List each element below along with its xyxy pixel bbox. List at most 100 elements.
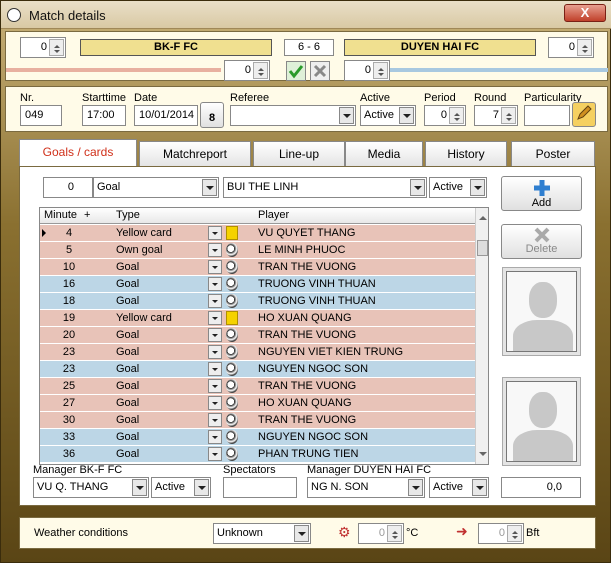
chevron-down-icon[interactable] — [294, 525, 309, 542]
chevron-down-icon[interactable] — [208, 328, 222, 342]
scroll-down-icon[interactable] — [479, 452, 487, 460]
scroll-thumb[interactable] — [477, 240, 488, 256]
confirm-check-icon[interactable] — [286, 61, 306, 81]
player-select[interactable]: BUI THE LINH — [223, 177, 427, 198]
tab-poster[interactable]: Poster — [511, 141, 595, 166]
spin-arrows-icon[interactable] — [253, 62, 268, 79]
home-spin[interactable]: 0 — [20, 37, 66, 58]
chevron-down-icon[interactable] — [208, 362, 222, 376]
spin-arrows-icon[interactable] — [449, 107, 464, 124]
table-row[interactable]: 20 Goal TRAN THE VUONG — [40, 327, 475, 344]
row-type: Goal — [116, 329, 140, 341]
rating-field[interactable]: 0,0 — [501, 477, 581, 498]
away-penalty-spin[interactable]: 0 — [344, 60, 390, 81]
col-plus[interactable]: + — [84, 209, 90, 221]
chevron-down-icon[interactable] — [132, 479, 147, 496]
spectators-field[interactable] — [223, 477, 297, 498]
period-spin[interactable]: 0 — [424, 105, 466, 126]
chevron-down-icon[interactable] — [399, 107, 414, 124]
soccer-ball-icon — [226, 294, 238, 308]
add-button[interactable]: Add — [501, 176, 582, 211]
table-row[interactable]: 4 Yellow card VU QUYET THANG — [40, 225, 475, 242]
chevron-down-icon[interactable] — [208, 277, 222, 291]
tab-matchreport[interactable]: Matchreport — [139, 141, 251, 166]
chevron-down-icon[interactable] — [470, 179, 485, 196]
chevron-down-icon[interactable] — [208, 345, 222, 359]
chevron-down-icon[interactable] — [472, 479, 487, 496]
table-row[interactable]: 19 Yellow card HO XUAN QUANG — [40, 310, 475, 327]
table-row[interactable]: 25 Goal TRAN THE VUONG — [40, 378, 475, 395]
wind-spin[interactable]: 0 — [478, 523, 524, 544]
weather-select[interactable]: Unknown — [213, 523, 311, 544]
chevron-down-icon[interactable] — [208, 430, 222, 444]
active-select[interactable]: Active — [360, 105, 416, 126]
manager-home-select[interactable]: VU Q. THANG — [33, 477, 149, 498]
home-penalty-spin[interactable]: 0 — [224, 60, 270, 81]
manager-away-select[interactable]: NG N. SON — [307, 477, 425, 498]
spin-arrows-icon[interactable] — [507, 525, 522, 542]
chevron-down-icon[interactable] — [208, 413, 222, 427]
spin-arrows-icon[interactable] — [49, 39, 64, 56]
particularity-field[interactable] — [524, 105, 570, 126]
calendar-button[interactable]: 8 — [200, 102, 224, 128]
row-minute: 23 — [62, 363, 76, 375]
manager-away-active-select[interactable]: Active — [429, 477, 489, 498]
cancel-x-icon[interactable] — [310, 61, 330, 81]
spin-arrows-icon[interactable] — [501, 107, 516, 124]
row-minute: 10 — [62, 261, 76, 273]
nr-field[interactable]: 049 — [20, 105, 62, 126]
chevron-down-icon[interactable] — [208, 294, 222, 308]
table-row[interactable]: 10 Goal TRAN THE VUONG — [40, 259, 475, 276]
table-row[interactable]: 23 Goal NGUYEN NGOC SON — [40, 361, 475, 378]
delete-button[interactable]: Delete — [501, 224, 582, 259]
tab-history[interactable]: History — [425, 141, 507, 166]
table-row[interactable]: 5 Own goal LE MINH PHUOC — [40, 242, 475, 259]
tab-goals-cards[interactable]: Goals / cards — [19, 139, 137, 166]
table-row[interactable]: 33 Goal NGUYEN NGOC SON — [40, 429, 475, 446]
table-row[interactable]: 30 Goal TRAN THE VUONG — [40, 412, 475, 429]
row-minute: 18 — [62, 295, 76, 307]
manager-home-active-select[interactable]: Active — [151, 477, 211, 498]
chevron-down-icon[interactable] — [408, 479, 423, 496]
scroll-up-icon[interactable] — [479, 212, 487, 220]
chevron-down-icon[interactable] — [208, 311, 222, 325]
chevron-down-icon[interactable] — [208, 226, 222, 240]
close-button[interactable]: X — [564, 4, 606, 22]
minute-spin[interactable]: 0 — [43, 177, 93, 198]
edit-button[interactable] — [572, 102, 596, 127]
chevron-down-icon[interactable] — [208, 396, 222, 410]
chevron-down-icon[interactable] — [208, 379, 222, 393]
chevron-down-icon[interactable] — [202, 179, 217, 196]
chevron-down-icon[interactable] — [339, 107, 354, 124]
spin-arrows-icon[interactable] — [577, 39, 592, 56]
chevron-down-icon[interactable] — [208, 447, 222, 461]
chevron-down-icon[interactable] — [208, 260, 222, 274]
type-select[interactable]: Goal — [93, 177, 219, 198]
table-row[interactable]: 18 Goal TRUONG VINH THUAN — [40, 293, 475, 310]
temperature-spin[interactable]: 0 — [358, 523, 404, 544]
round-spin[interactable]: 7 — [474, 105, 518, 126]
col-minute[interactable]: Minute — [44, 209, 77, 221]
starttime-field[interactable]: 17:00 — [82, 105, 126, 126]
chevron-down-icon[interactable] — [194, 479, 209, 496]
row-type: Goal — [116, 431, 140, 443]
table-row[interactable]: 16 Goal TRUONG VINH THUAN — [40, 276, 475, 293]
chevron-down-icon[interactable] — [410, 179, 425, 196]
spin-arrows-icon[interactable] — [373, 62, 388, 79]
vertical-scrollbar[interactable] — [475, 208, 488, 464]
table-row[interactable]: 27 Goal HO XUAN QUANG — [40, 395, 475, 412]
away-spin[interactable]: 0 — [548, 37, 594, 58]
score-field[interactable]: 6 - 6 — [284, 39, 334, 56]
tab-media[interactable]: Media — [345, 141, 423, 166]
events-table[interactable]: Minute + Type Player 4 Yellow card VU QUYE… — [39, 207, 489, 465]
active-filter-select[interactable]: Active — [429, 177, 487, 198]
col-type[interactable]: Type — [116, 209, 140, 221]
date-field[interactable]: 10/01/2014 — [134, 105, 198, 126]
table-row[interactable]: 23 Goal NGUYEN VIET KIEN TRUNG — [40, 344, 475, 361]
col-player[interactable]: Player — [258, 209, 289, 221]
tab-line-up[interactable]: Line-up — [253, 141, 345, 166]
referee-select[interactable] — [230, 105, 356, 126]
spin-arrows-icon[interactable] — [387, 525, 402, 542]
chevron-down-icon[interactable] — [208, 243, 222, 257]
table-row[interactable]: 36 Goal PHAN TRUNG TIEN — [40, 446, 475, 463]
